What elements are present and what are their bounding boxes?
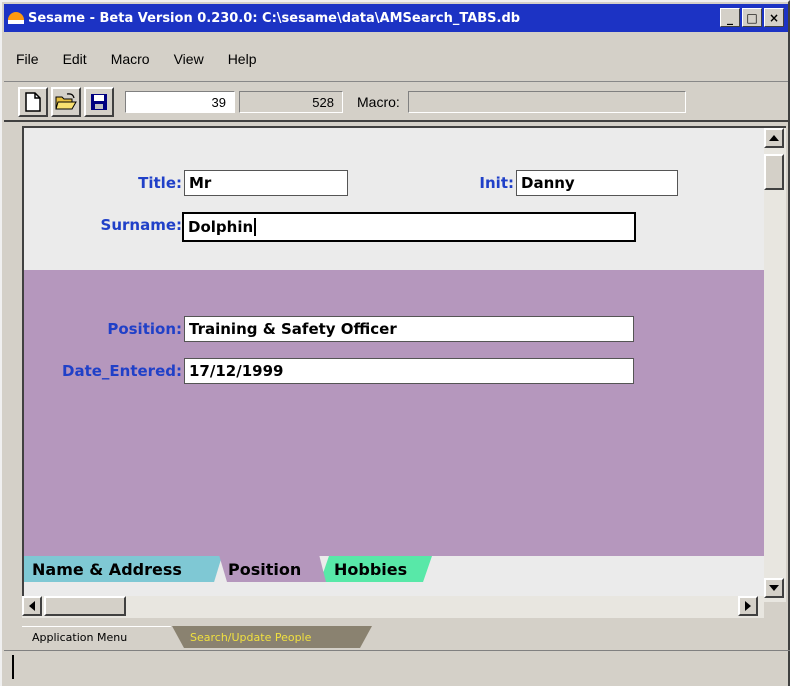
surname-field[interactable]: Dolphin [182, 212, 636, 242]
date-entered-field[interactable]: 17/12/1999 [184, 358, 634, 384]
title-label: Title: [138, 174, 182, 192]
menu-file[interactable]: File [16, 51, 39, 67]
surname-label: Surname: [100, 216, 182, 234]
init-field[interactable]: Danny [516, 170, 678, 196]
horizontal-scrollbar[interactable] [22, 596, 764, 618]
position-label: Position: [107, 320, 182, 338]
form-tab-strip: Name & Address Position Hobbies [24, 556, 764, 584]
application-tabs: Application Menu Search/Update People [22, 626, 792, 650]
scroll-right-button[interactable] [738, 596, 758, 616]
position-field[interactable]: Training & Safety Officer [184, 316, 634, 342]
tab-name-address[interactable]: Name & Address [24, 556, 222, 582]
window-title: Sesame - Beta Version 0.230.0: C:\sesame… [28, 10, 521, 26]
save-disk-icon [91, 94, 107, 110]
maximize-button[interactable]: □ [742, 8, 762, 27]
save-button[interactable] [84, 87, 114, 117]
position-panel: Position: Training & Safety Officer Date… [24, 270, 764, 558]
toolbar: 39 528 Macro: [4, 84, 788, 122]
text-cursor [254, 218, 257, 236]
record-number-field[interactable]: 39 [125, 91, 235, 113]
record-count-field: 528 [239, 91, 343, 113]
macro-label: Macro: [357, 94, 400, 110]
status-bar [4, 650, 790, 686]
scroll-down-icon [769, 585, 779, 591]
macro-field[interactable] [407, 91, 686, 113]
tab-application-menu[interactable]: Application Menu [22, 626, 180, 648]
date-entered-label: Date_Entered: [62, 362, 182, 380]
new-document-icon [25, 92, 41, 112]
init-label: Init: [479, 174, 514, 192]
menu-edit[interactable]: Edit [63, 51, 87, 67]
new-document-button[interactable] [18, 87, 48, 117]
open-folder-icon [55, 93, 77, 110]
close-button[interactable]: × [764, 8, 784, 27]
scroll-left-icon [29, 601, 35, 611]
form-area: Title: Mr Init: Danny Surname: Dolphin P… [22, 126, 764, 596]
minimize-button[interactable]: _ [720, 8, 740, 27]
tab-hobbies[interactable]: Hobbies [320, 556, 432, 582]
menu-macro[interactable]: Macro [111, 51, 150, 67]
menu-help[interactable]: Help [228, 51, 257, 67]
vertical-scrollbar[interactable] [764, 126, 786, 602]
tab-search-update-people[interactable]: Search/Update People [172, 626, 372, 648]
scroll-left-button[interactable] [22, 596, 42, 616]
menu-view[interactable]: View [174, 51, 204, 67]
vertical-scroll-thumb[interactable] [764, 154, 784, 190]
title-field[interactable]: Mr [184, 170, 348, 196]
title-bar[interactable]: Sesame - Beta Version 0.230.0: C:\sesame… [4, 4, 788, 32]
app-icon[interactable] [8, 10, 24, 26]
horizontal-scroll-thumb[interactable] [44, 596, 126, 616]
scroll-right-icon [745, 601, 751, 611]
scroll-down-button[interactable] [764, 578, 784, 598]
surname-value: Dolphin [188, 218, 254, 236]
open-button[interactable] [51, 87, 81, 117]
name-panel: Title: Mr Init: Danny Surname: Dolphin [24, 128, 764, 270]
scroll-up-button[interactable] [764, 128, 784, 148]
tab-position[interactable]: Position [219, 556, 326, 582]
scroll-up-icon [769, 135, 779, 141]
application-window: Sesame - Beta Version 0.230.0: C:\sesame… [0, 0, 790, 686]
status-cursor [12, 655, 14, 679]
menu-bar: File Edit Macro View Help [4, 36, 788, 82]
